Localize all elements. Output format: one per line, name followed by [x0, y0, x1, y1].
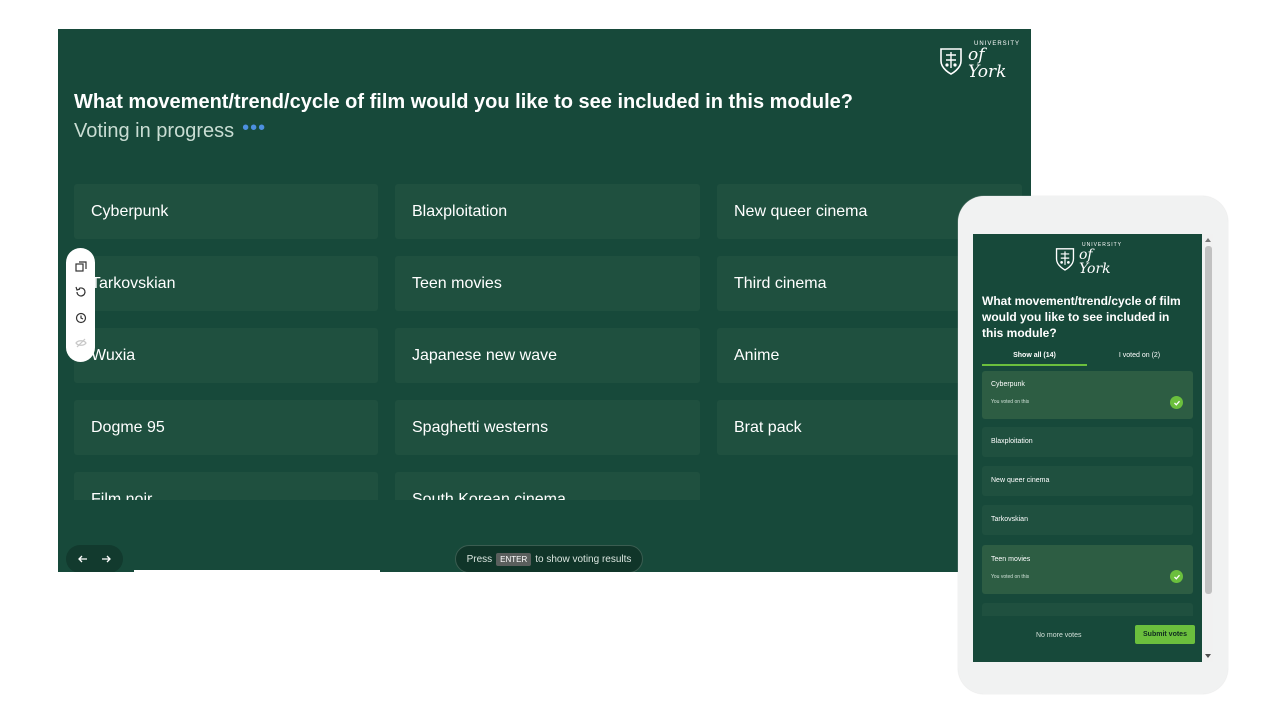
phone-option-card[interactable]: Teen movies You voted on this [982, 545, 1193, 594]
option-card: South Korean cinema [395, 472, 700, 500]
tab-i-voted-on[interactable]: I voted on (2) [1087, 350, 1192, 366]
question-title: What movement/trend/cycle of film would … [74, 91, 853, 113]
phone-filter-tabs: Show all (14) I voted on (2) [982, 350, 1192, 366]
phone-vote-footer: No more votes Submit votes [973, 616, 1202, 662]
university-of-york-logo: UNIVERSITY of York [938, 41, 1020, 81]
phone-question-title: What movement/trend/cycle of film would … [982, 294, 1181, 340]
phone-option-label: Tarkovskian [991, 516, 1028, 523]
phone-option-label: Teen movies [991, 556, 1031, 563]
option-card: Japanese new wave [395, 328, 700, 383]
arrow-right-icon [101, 555, 111, 563]
presentation-slide: UNIVERSITY of York What movement/trend/c… [58, 29, 1031, 572]
presenter-toolbar [66, 248, 95, 362]
option-label: Third cinema [734, 274, 827, 292]
voting-status-text: Voting in progress [74, 120, 235, 142]
phone-option-card[interactable]: Blaxploitation [982, 427, 1193, 457]
reset-results-button[interactable] [74, 285, 88, 299]
option-card: Teen movies [395, 256, 700, 311]
hide-results-button[interactable] [74, 336, 88, 350]
next-slide-button[interactable] [97, 550, 115, 568]
option-label: Brat pack [734, 418, 802, 436]
timer-icon [75, 312, 86, 323]
option-label: Teen movies [412, 274, 502, 292]
scroll-down-icon[interactable] [1205, 654, 1211, 658]
check-icon [1170, 570, 1183, 583]
option-label: Anime [734, 346, 780, 364]
option-card: Cyberpunk [74, 184, 378, 239]
duplicate-button[interactable] [74, 260, 88, 274]
option-label: South Korean cinema [412, 490, 566, 501]
logo-york-text: of York [968, 45, 1007, 82]
option-card: Film noir [74, 472, 378, 500]
arrow-left-icon [78, 555, 88, 563]
show-results-hint[interactable]: Press ENTER to show voting results [455, 545, 643, 572]
voting-status: Voting in progress ••• [74, 117, 267, 143]
phone-scrollbar[interactable] [1203, 234, 1213, 662]
no-more-votes-text: No more votes [1036, 632, 1082, 639]
option-label: Wuxia [91, 346, 136, 364]
hide-icon [74, 338, 87, 348]
hint-suffix-text: to show voting results [535, 553, 632, 565]
phone-option-card[interactable]: Cyberpunk You voted on this [982, 371, 1193, 419]
scrollbar-thumb[interactable] [1205, 246, 1212, 594]
voted-indicator-text: You voted on this [991, 574, 1030, 580]
option-label: New queer cinema [734, 202, 868, 220]
voted-indicator-text: You voted on this [991, 399, 1030, 405]
tab-show-all[interactable]: Show all (14) [982, 350, 1087, 366]
reset-icon [74, 287, 86, 297]
loading-dots-icon: ••• [242, 117, 267, 139]
enter-key-badge: ENTER [496, 552, 532, 566]
submit-votes-button[interactable]: Submit votes [1135, 625, 1195, 644]
option-card: Wuxia [74, 328, 378, 383]
option-label: Blaxploitation [412, 202, 508, 220]
phone-mockup: UNIVERSITY of York What movement/trend/c… [958, 196, 1228, 694]
option-card: Tarkovskian [74, 256, 378, 311]
phone-option-label: Cyberpunk [991, 381, 1025, 388]
phone-option-label: New queer cinema [991, 477, 1050, 484]
hint-press-text: Press [466, 553, 493, 565]
phone-option-label: Blaxploitation [991, 438, 1033, 445]
slide-navigation [66, 545, 123, 572]
timer-button[interactable] [74, 311, 88, 325]
scroll-up-icon[interactable] [1205, 238, 1211, 242]
phone-option-card[interactable]: New queer cinema [982, 466, 1193, 496]
check-icon [1170, 396, 1183, 409]
duplicate-icon [74, 261, 87, 272]
option-label: Cyberpunk [91, 202, 169, 220]
progress-line [134, 570, 380, 572]
option-card: Spaghetti westerns [395, 400, 700, 455]
phone-screen: UNIVERSITY of York What movement/trend/c… [973, 234, 1202, 662]
previous-slide-button[interactable] [74, 550, 92, 568]
option-label: Tarkovskian [91, 274, 176, 292]
crest-icon [1055, 248, 1075, 271]
option-label: Dogme 95 [91, 418, 165, 436]
options-grid-viewport[interactable]: Cyberpunk Blaxploitation New queer cinem… [74, 184, 1031, 500]
option-label: Film noir [91, 490, 153, 501]
crest-icon [940, 48, 962, 75]
phone-option-card[interactable]: Tarkovskian [982, 505, 1193, 535]
logo-york-text: of York [1079, 246, 1111, 277]
option-card: Blaxploitation [395, 184, 700, 239]
option-label: Japanese new wave [412, 346, 557, 364]
phone-university-logo: UNIVERSITY of York [1054, 242, 1122, 277]
options-grid: Cyberpunk Blaxploitation New queer cinem… [74, 184, 1031, 500]
option-card: Dogme 95 [74, 400, 378, 455]
option-label: Spaghetti westerns [412, 418, 549, 436]
